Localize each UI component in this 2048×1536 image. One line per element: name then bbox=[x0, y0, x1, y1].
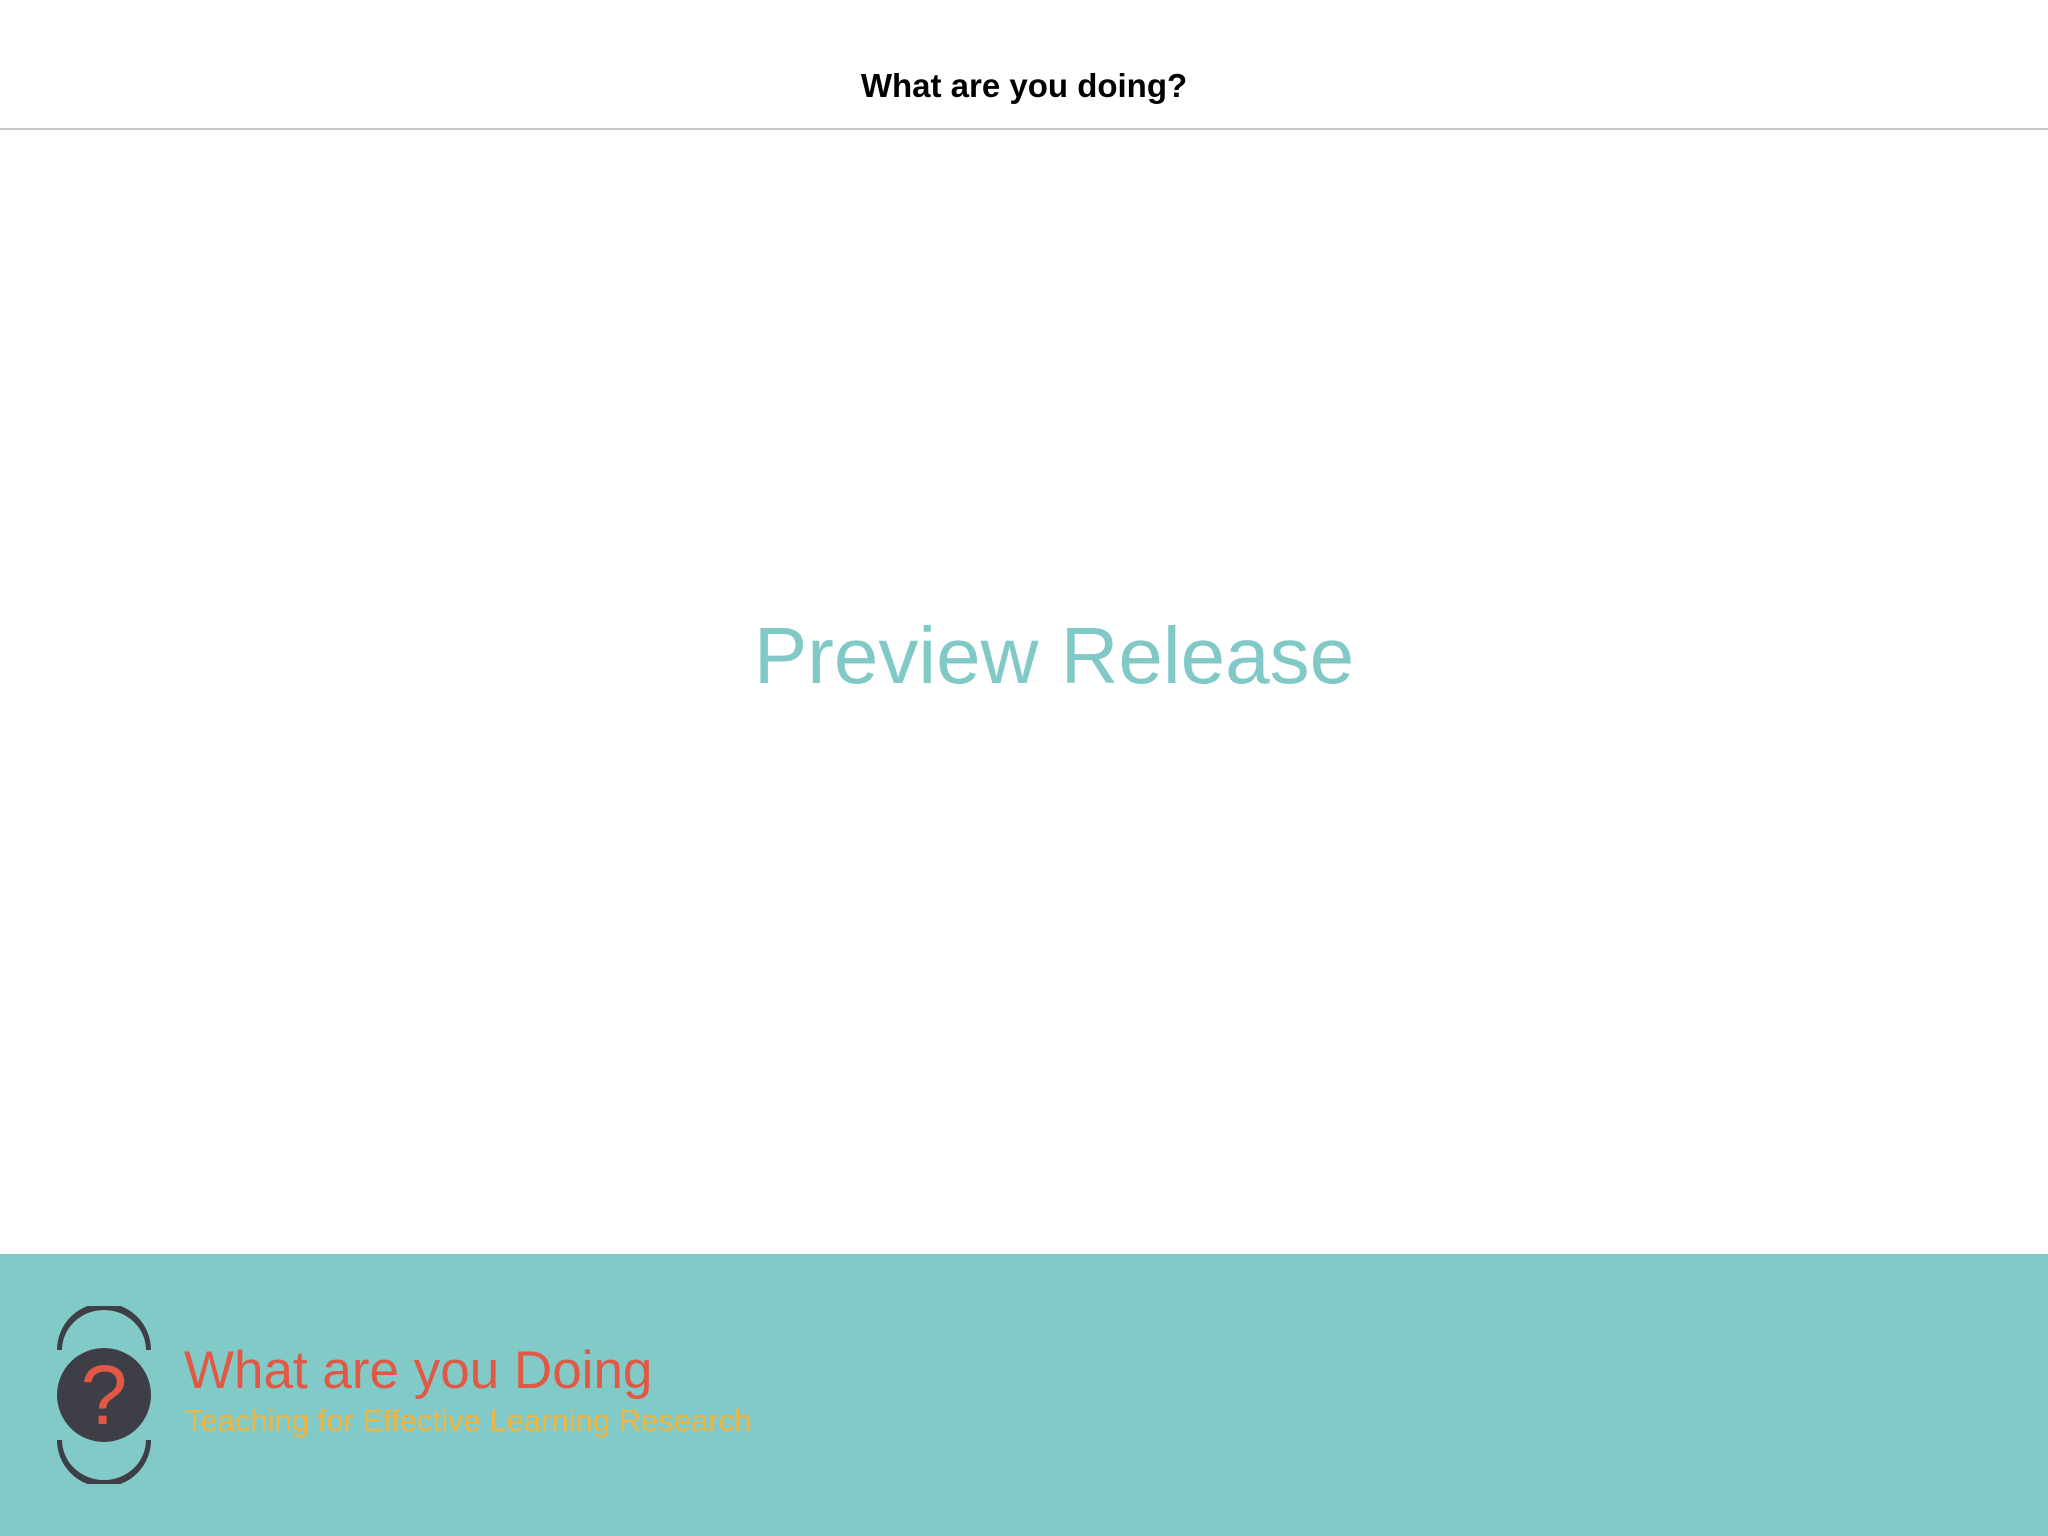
brand-title: What are you Doing bbox=[184, 1341, 653, 1400]
preview-release-label: Preview Release bbox=[753, 611, 1355, 700]
page-title: What are you doing? bbox=[860, 67, 1188, 104]
svg-text:?: ? bbox=[81, 1348, 128, 1442]
brand-subtitle: Teaching for Effective Learning Research bbox=[185, 1403, 752, 1438]
navigation-bar: What are you doing? bbox=[0, 0, 2048, 130]
footer-banner: ? What are you Doing Teaching for Effect… bbox=[0, 1254, 2048, 1536]
main-content: Preview Release bbox=[0, 130, 2048, 1254]
question-mark-logo-icon: ? bbox=[57, 1306, 151, 1484]
